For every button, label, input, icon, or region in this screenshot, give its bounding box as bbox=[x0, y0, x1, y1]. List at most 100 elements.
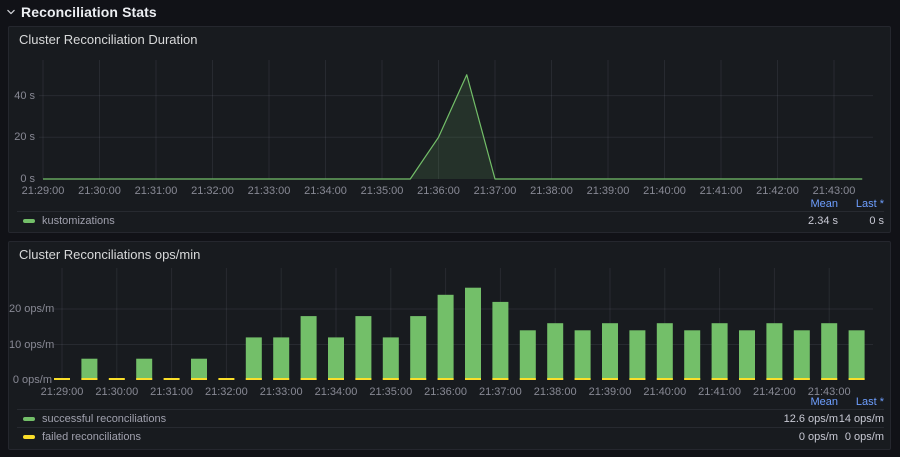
bar-failed bbox=[218, 378, 234, 380]
legend-series-label: failed reconciliations bbox=[42, 431, 141, 443]
x-axis-tick-label: 21:42:00 bbox=[750, 185, 806, 197]
series-area-fill bbox=[43, 75, 862, 179]
y-axis-tick-label: 0 s bbox=[9, 173, 35, 185]
bar-failed bbox=[547, 378, 563, 380]
y-axis-tick-label: 10 ops/m bbox=[9, 339, 52, 351]
bar-failed bbox=[383, 378, 399, 380]
x-axis-tick-label: 21:41:00 bbox=[693, 185, 749, 197]
legend-row: failed reconciliations 0 ops/m0 ops/m bbox=[17, 427, 884, 445]
bar-successful bbox=[465, 288, 481, 380]
bar-failed bbox=[54, 378, 70, 380]
bar-failed bbox=[438, 378, 454, 380]
bar-successful bbox=[492, 302, 508, 380]
bar-successful bbox=[575, 330, 591, 380]
row-title: Reconciliation Stats bbox=[21, 4, 157, 20]
bar-successful bbox=[547, 323, 563, 380]
y-axis-tick-label: 20 ops/m bbox=[9, 303, 52, 315]
bar-successful bbox=[657, 323, 673, 380]
bar-successful bbox=[684, 330, 700, 380]
x-axis-tick-label: 21:30:00 bbox=[72, 185, 128, 197]
legend-last-value: 0 ops/m bbox=[838, 431, 884, 443]
legend-row: successful reconciliations 12.6 ops/m14 o… bbox=[17, 409, 884, 427]
bar-successful bbox=[712, 323, 728, 380]
bar-failed bbox=[657, 378, 673, 380]
legend-sort-mean[interactable]: Mean bbox=[748, 396, 838, 408]
legend-mean-value: 0 ops/m bbox=[748, 431, 838, 443]
x-axis-tick-label: 21:31:00 bbox=[128, 185, 184, 197]
legend-series-toggle[interactable]: kustomizations bbox=[17, 215, 748, 227]
bar-failed bbox=[81, 378, 97, 380]
x-axis-tick-label: 21:35:00 bbox=[354, 185, 410, 197]
bar-successful bbox=[849, 330, 865, 380]
bars-group bbox=[54, 288, 865, 380]
x-axis-tick-label: 21:32:00 bbox=[185, 185, 241, 197]
bar-successful bbox=[438, 295, 454, 380]
x-axis-tick-label: 21:34:00 bbox=[298, 185, 354, 197]
legend-series-toggle[interactable]: successful reconciliations bbox=[17, 413, 748, 425]
bar-successful bbox=[301, 316, 317, 380]
bar-failed bbox=[328, 378, 344, 380]
ops-legend: MeanLast * successful reconciliations 12.6… bbox=[17, 395, 884, 445]
panel-cluster-reconciliation-duration: 0 s 20 s 40 s 21:29:0021:30:0021:31:0021:32… bbox=[8, 26, 891, 233]
bar-successful bbox=[136, 359, 152, 380]
bar-successful bbox=[191, 359, 207, 380]
bar-failed bbox=[794, 378, 810, 380]
bar-successful bbox=[383, 337, 399, 380]
duration-legend: MeanLast * kustomizations 2.34 s0 s bbox=[17, 197, 884, 229]
x-axis-tick-label: 21:38:00 bbox=[524, 185, 580, 197]
row-header-reconciliation-stats[interactable]: Reconciliation Stats bbox=[6, 2, 157, 22]
bar-successful bbox=[355, 316, 371, 380]
x-axis-tick-label: 21:40:00 bbox=[637, 185, 693, 197]
panel-title[interactable]: Cluster Reconciliation Duration bbox=[19, 32, 197, 47]
bar-failed bbox=[629, 378, 645, 380]
x-axis-tick-label: 21:39:00 bbox=[580, 185, 636, 197]
legend-last-value: 0 s bbox=[838, 215, 884, 227]
x-axis-tick-label: 21:36:00 bbox=[411, 185, 467, 197]
bar-failed bbox=[602, 378, 618, 380]
bar-failed bbox=[273, 378, 289, 380]
x-axis-tick-label: 21:29:00 bbox=[15, 185, 71, 197]
panel-title[interactable]: Cluster Reconciliations ops/min bbox=[19, 247, 200, 262]
bar-successful bbox=[739, 330, 755, 380]
bar-successful bbox=[629, 330, 645, 380]
bar-failed bbox=[109, 378, 125, 380]
bar-successful bbox=[410, 316, 426, 380]
bar-failed bbox=[355, 378, 371, 380]
bar-failed bbox=[191, 378, 207, 380]
legend-sort-last[interactable]: Last * bbox=[838, 396, 884, 408]
x-axis-tick-label: 21:37:00 bbox=[467, 185, 523, 197]
bar-successful bbox=[273, 337, 289, 380]
legend-row: kustomizations 2.34 s0 s bbox=[17, 211, 884, 229]
bar-failed bbox=[766, 378, 782, 380]
legend-mean-value: 2.34 s bbox=[748, 215, 838, 227]
bar-failed bbox=[520, 378, 536, 380]
series-color-swatch-icon bbox=[23, 435, 35, 439]
bar-failed bbox=[739, 378, 755, 380]
bar-failed bbox=[246, 378, 262, 380]
bar-failed bbox=[410, 378, 426, 380]
legend-series-toggle[interactable]: failed reconciliations bbox=[17, 431, 748, 443]
bar-failed bbox=[821, 378, 837, 380]
legend-sort-mean[interactable]: Mean bbox=[748, 198, 838, 210]
legend-last-value: 14 ops/m bbox=[838, 413, 884, 425]
bar-successful bbox=[602, 323, 618, 380]
y-axis-tick-label: 20 s bbox=[9, 131, 35, 143]
bar-failed bbox=[712, 378, 728, 380]
bar-successful bbox=[794, 330, 810, 380]
bar-failed bbox=[136, 378, 152, 380]
panel-cluster-reconciliations-ops-min: 0 ops/m10 ops/m20 ops/m21:29:0021:30:002… bbox=[8, 241, 891, 450]
x-axis-tick-label: 21:33:00 bbox=[241, 185, 297, 197]
bar-failed bbox=[465, 378, 481, 380]
bar-successful bbox=[766, 323, 782, 380]
legend-sort-last[interactable]: Last * bbox=[838, 198, 884, 210]
bar-successful bbox=[328, 337, 344, 380]
bar-failed bbox=[492, 378, 508, 380]
legend-mean-value: 12.6 ops/m bbox=[748, 413, 838, 425]
legend-series-label: kustomizations bbox=[42, 215, 115, 227]
bar-successful bbox=[246, 337, 262, 380]
legend-series-label: successful reconciliations bbox=[42, 413, 166, 425]
chevron-down-icon bbox=[6, 7, 16, 17]
x-axis-tick-label: 21:43:00 bbox=[806, 185, 862, 197]
bar-failed bbox=[164, 378, 180, 380]
y-axis-tick-label: 40 s bbox=[9, 90, 35, 102]
